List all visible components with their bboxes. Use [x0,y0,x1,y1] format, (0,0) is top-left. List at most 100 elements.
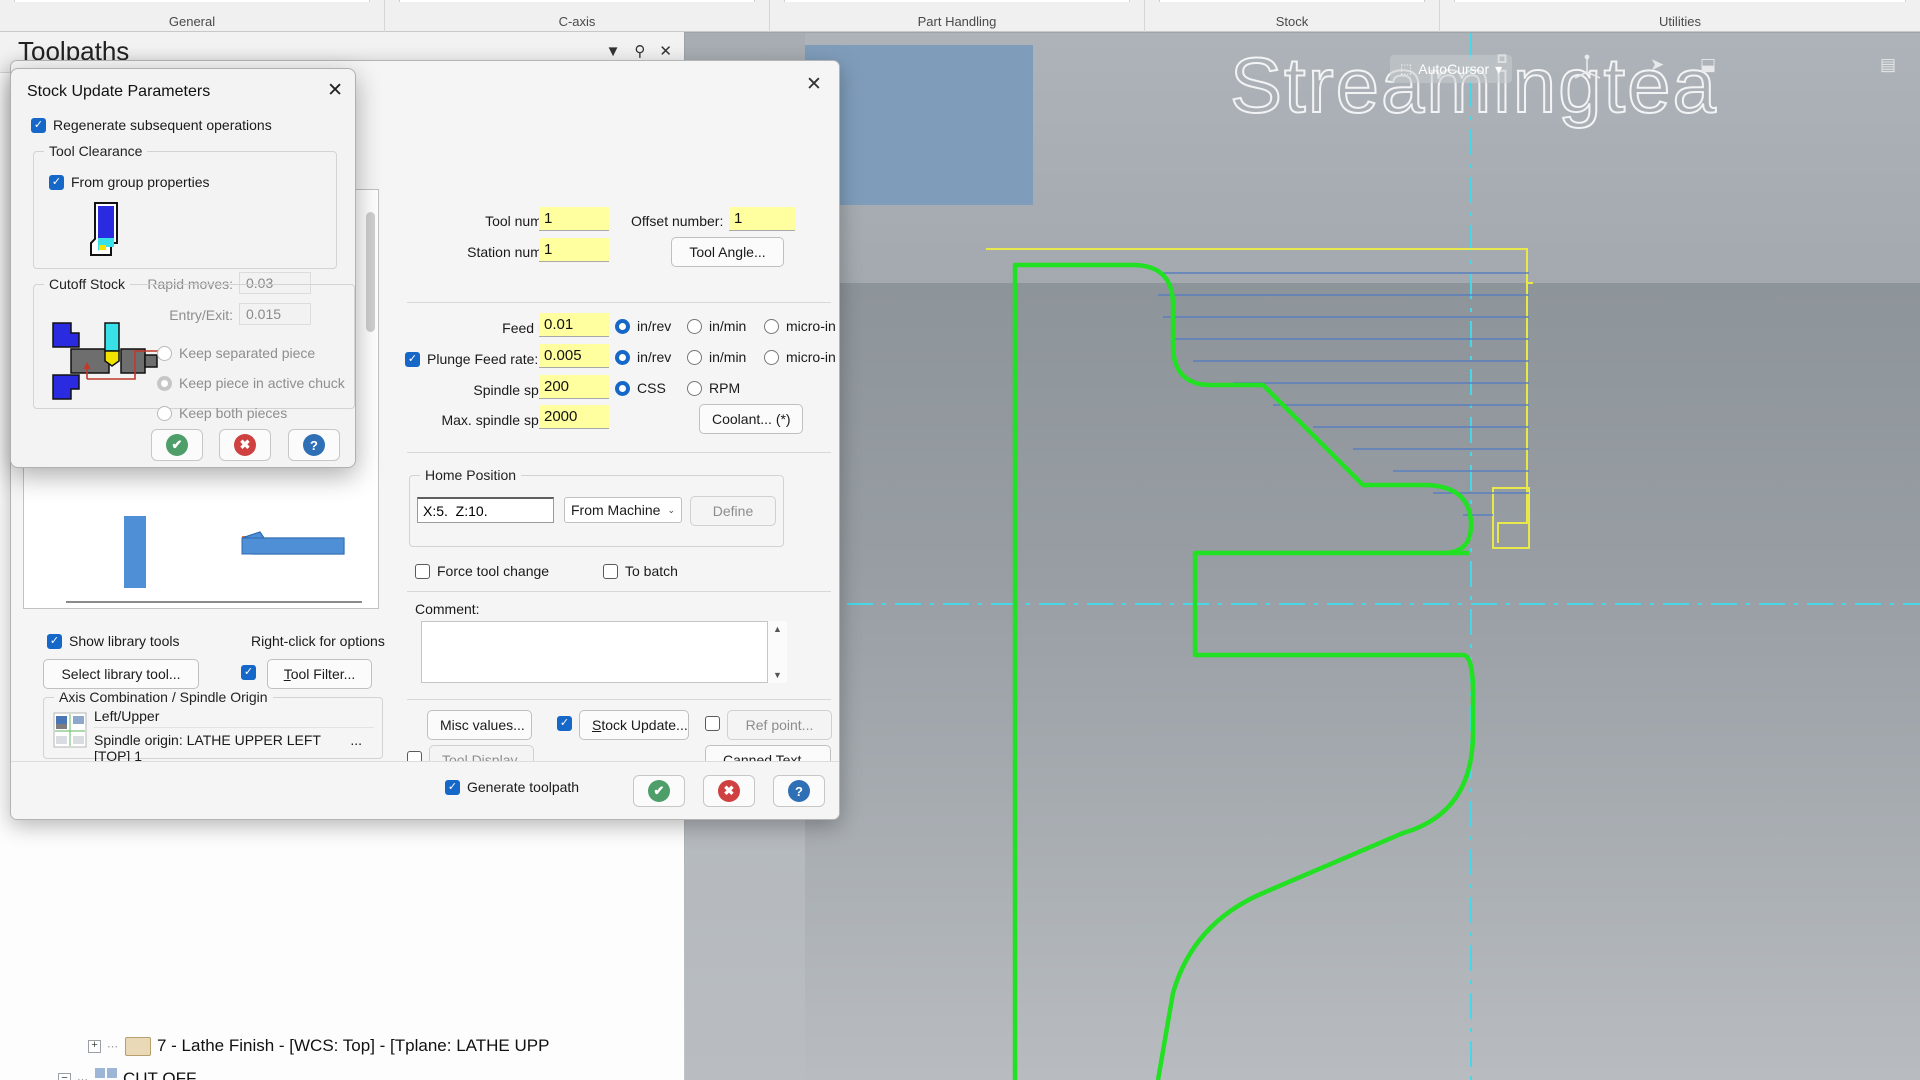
stock-update-button[interactable]: Stock Update... [579,710,689,740]
checkbox-box [603,563,618,579]
ribbon-group-general[interactable]: General [0,0,385,32]
tool-clearance-title: Tool Clearance [44,143,148,159]
plunge-feed-rate-label: Plunge Feed rate: [427,351,539,367]
plunge-feed-rate-checkbox[interactable]: Plunge Feed rate: [405,351,538,367]
cursor-icon: ⬚ [1400,61,1413,76]
tree-connector: ⋯ [107,1040,119,1053]
stock-update-ok-button[interactable]: ✔ [151,429,203,461]
panel-close-icon[interactable]: ✕ [659,44,672,59]
comment-textarea[interactable] [421,621,787,683]
stock-update-help-button[interactable]: ? [288,429,340,461]
dialog-cancel-button[interactable]: ✖ [703,775,755,807]
radio-dot [764,349,779,365]
tree-item-cut-off[interactable]: − ⋯ CUT OFF [58,1068,196,1080]
unit-label: micro-in [786,318,836,334]
select-library-tool-button[interactable]: Select library tool... [43,659,199,689]
comment-spinner[interactable]: ▲ ▼ [767,621,787,683]
axis-combination-icon [53,712,87,748]
tree-collapser-icon[interactable]: − [58,1072,71,1080]
unit-label: in/min [709,349,747,365]
divider [407,302,831,303]
tool-filter-checkbox[interactable] [241,665,256,680]
option-label: Keep both pieces [179,405,288,421]
unit-label: in/rev [637,318,672,334]
ribbon-group-stock[interactable]: Stock [1145,0,1440,32]
ref-point-checkbox[interactable] [705,716,720,731]
autocursor-toolbar[interactable]: ⬚ AutoCursor ▾ [1390,55,1513,83]
panel-pin-icon[interactable]: ⚲ [634,44,645,59]
spinner-down-icon[interactable]: ▼ [773,670,782,680]
tool-filter-button[interactable]: Tool Filter... [267,659,372,689]
plunge-feed-rate-input[interactable] [539,344,609,368]
spindle-speed-input[interactable] [539,375,609,399]
select-arrow-icon[interactable]: ➤ [1650,55,1664,75]
feed-rate-input[interactable] [539,313,609,337]
misc-values-button[interactable]: Misc values... [427,710,532,740]
show-library-tools-checkbox[interactable]: Show library tools [47,633,180,649]
tree-expander-icon[interactable]: + [88,1039,101,1053]
ref-point-button: Ref point... [727,710,832,740]
divider [407,699,831,700]
tool-angle-button[interactable]: Tool Angle... [671,237,784,267]
tree-item-lathe-finish[interactable]: + ⋯ 7 - Lathe Finish - [WCS: Top] - [Tpl… [88,1036,549,1056]
radio-dot [615,349,630,365]
axis-combination-group: Axis Combination / Spindle Origin Left/U… [43,689,383,764]
unit-label: micro-in [786,349,836,365]
home-position-mode-value: From Machine [571,502,661,518]
force-tool-change-checkbox[interactable]: Force tool change [415,563,549,579]
help-icon: ? [303,434,325,456]
home-position-mode-select[interactable]: From Machine ⌄ [564,497,682,523]
grid-icon[interactable]: ▤ [1880,55,1896,75]
axis-combination-ellipsis[interactable]: ... [350,732,374,764]
radio-dot [764,318,779,334]
chevron-down-icon[interactable]: ▾ [1495,61,1502,78]
station-number-input[interactable] [539,238,609,262]
ribbon-group-part-handling[interactable]: Part Handling [770,0,1145,32]
option-label: Keep piece in active chuck [179,375,345,391]
unit-label: CSS [637,380,666,396]
ribbon-group-utilities[interactable]: Utilities [1440,0,1920,32]
stock-update-cancel-button[interactable]: ✖ [219,429,271,461]
ribbon-group-label: Stock [1275,14,1309,29]
spindle-css-radio[interactable]: CSS [615,380,666,396]
plunge-unit-in-rev-radio[interactable]: in/rev [615,349,671,365]
tool-preview [46,508,382,608]
unit-label: RPM [709,380,741,396]
plunge-unit-micro-in-radio[interactable]: micro-in [764,349,836,365]
to-batch-checkbox[interactable]: To batch [603,563,678,579]
offset-number-input[interactable] [729,207,795,231]
generate-toolpath-checkbox[interactable]: Generate toolpath [445,779,579,795]
feed-rate-unit-in-rev-radio[interactable]: in/rev [615,318,671,334]
dialog-close-icon[interactable]: ✕ [799,71,829,97]
stock-update-close-icon[interactable]: ✕ [327,79,343,102]
from-group-properties-checkbox[interactable]: From group properties [49,174,210,190]
tree-item-label: 7 - Lathe Finish - [WCS: Top] - [Tplane:… [157,1036,550,1055]
stock-update-checkbox[interactable] [557,716,572,731]
tool-clearance-group: Tool Clearance [33,143,337,269]
feed-rate-unit-micro-in-radio[interactable]: micro-in [764,318,836,334]
ribbon-control-placeholder [1159,0,1425,2]
plunge-unit-in-min-radio[interactable]: in/min [687,349,746,365]
spinner-up-icon[interactable]: ▲ [773,624,782,634]
regenerate-subsequent-label: Regenerate subsequent operations [53,117,272,133]
max-spindle-speed-input[interactable] [539,405,609,429]
home-position-title: Home Position [420,467,522,483]
ribbon-group-label: Utilities [1659,14,1701,29]
dialog-footer: Generate toolpath ✔ ✖ ? [11,761,839,819]
feed-rate-unit-in-min-radio[interactable]: in/min [687,318,746,334]
spindle-rpm-radio[interactable]: RPM [687,380,740,396]
coolant-button[interactable]: Coolant... (*) [699,404,803,434]
ribbon-group-c-axis[interactable]: C-axis [385,0,770,32]
panel-dropdown-icon[interactable]: ▼ [606,44,621,59]
tool-list-scrollbar[interactable] [366,212,375,332]
magnet-icon[interactable]: ⬓ [1700,55,1716,75]
dialog-ok-button[interactable]: ✔ [633,775,685,807]
home-position-input[interactable] [417,497,554,523]
tool-number-input[interactable] [539,207,609,231]
comment-label: Comment: [415,601,480,617]
comment-field-wrapper[interactable]: ▲ ▼ [421,621,787,683]
dialog-help-button[interactable]: ? [773,775,825,807]
regenerate-subsequent-checkbox[interactable]: Regenerate subsequent operations [31,117,272,133]
divider [407,591,831,592]
axis-gizmo-icon[interactable] [1570,52,1604,85]
